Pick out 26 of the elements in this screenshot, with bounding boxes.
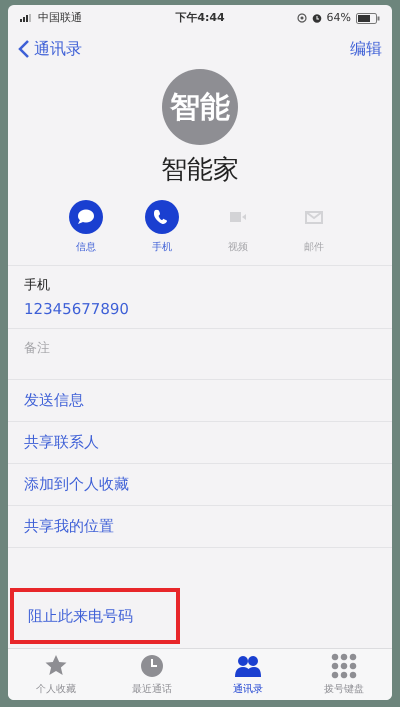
notes-field[interactable]: 备注 — [24, 329, 376, 367]
menu-item[interactable]: 发送信息 — [8, 380, 392, 422]
edit-button[interactable]: 编辑 — [350, 37, 382, 61]
menu-item[interactable]: 添加到个人收藏 — [8, 464, 392, 506]
menu-item[interactable]: 共享联系人 — [8, 422, 392, 464]
tab-bar-item[interactable]: 拨号键盘 — [296, 649, 392, 700]
block-caller-button[interactable]: 阻止此来电号码 — [10, 588, 180, 644]
phone-number-link[interactable]: 12345677890 — [24, 298, 376, 320]
tab-bar-item[interactable]: 个人收藏 — [8, 649, 104, 700]
status-time: 下午4:44 — [174, 10, 226, 26]
tab-bar-item[interactable]: 最近通话 — [104, 649, 200, 700]
battery-icon — [356, 12, 380, 24]
signal-icon — [20, 14, 34, 22]
back-button[interactable]: 通讯录 — [18, 37, 82, 61]
lock-rotation-icon — [296, 13, 307, 23]
tab-bar-item[interactable]: 通讯录 — [200, 649, 296, 700]
menu-item[interactable]: 共享我的位置 — [8, 506, 392, 548]
keypad-icon — [331, 652, 357, 678]
contact-avatar: 智能 — [162, 69, 238, 145]
carrier-name: 中国联通 — [38, 10, 82, 26]
alarm-icon — [312, 13, 322, 23]
field-label: 手机 — [24, 277, 51, 295]
contact-name: 智能家 — [160, 154, 240, 187]
clock-icon — [139, 652, 165, 678]
chevron-left-icon — [18, 39, 30, 59]
battery-percent: 64% — [326, 10, 351, 26]
